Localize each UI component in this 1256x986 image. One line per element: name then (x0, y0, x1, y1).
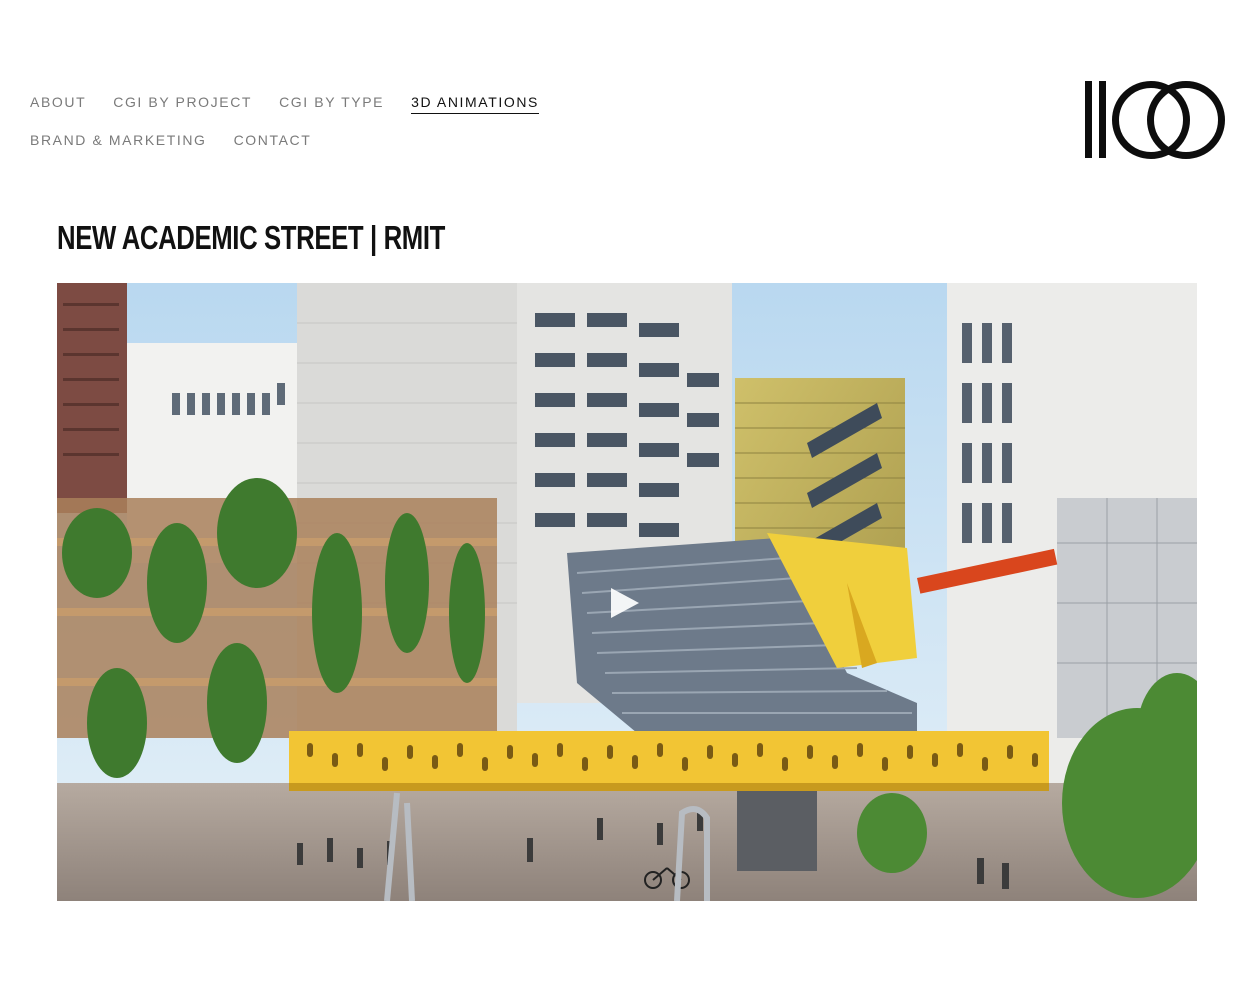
logo-mark (1085, 81, 1225, 159)
nav-row-1: ABOUT CGI BY PROJECT CGI BY TYPE 3D ANIM… (30, 84, 590, 122)
play-icon (611, 588, 639, 618)
nav-item-3d-animations[interactable]: 3D ANIMATIONS (411, 93, 539, 114)
nav-item-cgi-by-type[interactable]: CGI BY TYPE (279, 93, 384, 113)
play-button[interactable] (609, 586, 641, 620)
video-player[interactable] (57, 283, 1197, 901)
nav-item-about[interactable]: ABOUT (30, 93, 86, 113)
main-nav: ABOUT CGI BY PROJECT CGI BY TYPE 3D ANIM… (30, 84, 590, 160)
nav-item-contact[interactable]: CONTACT (234, 131, 312, 151)
nav-item-cgi-by-project[interactable]: CGI BY PROJECT (113, 93, 252, 113)
nav-item-brand-marketing[interactable]: BRAND & MARKETING (30, 131, 207, 151)
page-title: NEW ACADEMIC STREET | RMIT (57, 219, 445, 256)
site-logo[interactable] (1083, 79, 1225, 161)
nav-row-2: BRAND & MARKETING CONTACT (30, 122, 590, 160)
